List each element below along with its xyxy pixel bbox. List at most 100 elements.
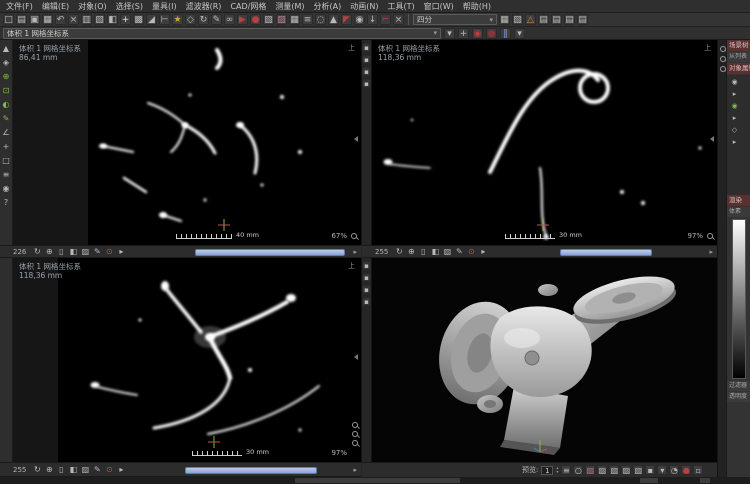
more-tools-icon[interactable]: ▸ — [116, 247, 126, 257]
pane-layout-icon[interactable]: ▦ — [499, 14, 510, 25]
viewport-3d[interactable] — [372, 258, 717, 462]
box-tool-icon[interactable]: □ — [1, 156, 11, 166]
clock-icon[interactable]: ◔ — [669, 465, 679, 475]
divider-handle-4-icon[interactable]: ▪ — [362, 297, 371, 306]
magnifier-icon[interactable] — [351, 233, 357, 239]
link-tool-icon[interactable]: ∞ — [224, 14, 235, 25]
stop-red-icon[interactable]: ● — [681, 465, 691, 475]
viewport-top-right[interactable]: 30 mm 上 体积 1 网格坐标系 118,36 mm 97% — [372, 40, 717, 245]
report-1-icon[interactable]: ▤ — [538, 14, 549, 25]
add-object-icon[interactable]: + — [120, 14, 131, 25]
report-3-icon[interactable]: ▤ — [564, 14, 575, 25]
pause-blue-icon[interactable]: ‖ — [500, 28, 511, 39]
menu-item-7[interactable]: 测量(M) — [275, 1, 304, 12]
segmentation-icon[interactable]: ▨ — [276, 14, 287, 25]
frame-icon[interactable]: ▯ — [56, 465, 66, 475]
taskbar-item[interactable] — [700, 478, 710, 483]
tree-node-icon[interactable]: ▸ — [730, 90, 739, 99]
seg-pink-icon[interactable]: ▨ — [585, 465, 595, 475]
divider-handle-2-icon[interactable]: ▪ — [362, 55, 371, 64]
zoom-fit-green-icon[interactable]: ⊡ — [1, 86, 11, 96]
opacity-gradient-ramp[interactable] — [732, 219, 746, 379]
note-icon[interactable]: ▧ — [512, 14, 523, 25]
rotate-tool-icon[interactable]: ↻ — [198, 14, 209, 25]
layout-combo[interactable]: 四分 ▾ — [413, 14, 497, 25]
seg-4-icon[interactable]: ▨ — [621, 465, 631, 475]
slice-canvas-top-left[interactable]: 40 mm 上 — [88, 40, 361, 245]
menu-item-10[interactable]: 工具(T) — [387, 1, 414, 12]
zoom-in-icon[interactable] — [352, 422, 358, 428]
slice-canvas-top-right[interactable]: 30 mm 上 — [372, 40, 717, 245]
refresh-icon[interactable]: ↻ — [32, 465, 42, 475]
sphere-tool-icon[interactable]: ◉ — [1, 184, 11, 194]
frame-icon[interactable]: ▯ — [418, 247, 428, 257]
preview-stepper[interactable]: ▴▾ — [556, 466, 558, 474]
flag-tool-icon[interactable]: ▶ — [237, 14, 248, 25]
layers-icon[interactable]: ≡ — [1, 170, 11, 180]
opacity-button[interactable]: 透明度 — [727, 392, 750, 402]
record-sphere-icon[interactable]: ● — [250, 14, 261, 25]
handle-tool-icon[interactable]: ⊢ — [159, 14, 170, 25]
preview-value-field[interactable]: 1 — [541, 466, 553, 475]
divider-handle-2-icon[interactable]: ▪ — [362, 273, 371, 282]
red-corner-icon[interactable]: ⌐ — [380, 14, 391, 25]
pen-tool-icon[interactable]: ✎ — [211, 14, 222, 25]
red-marker-icon[interactable]: ◤ — [341, 14, 352, 25]
preset-filter-button[interactable]: 过滤器 — [727, 381, 750, 391]
shade-icon[interactable]: ▨ — [80, 247, 90, 257]
zoom-fit-icon[interactable] — [352, 440, 358, 446]
select-arrow-icon[interactable]: ▲ — [328, 14, 339, 25]
zoom-in-green-icon[interactable]: ⊕ — [1, 72, 11, 82]
menu-item-2[interactable]: 对象(O) — [78, 1, 107, 12]
undo-icon[interactable]: ↶ — [55, 14, 66, 25]
draw-green-icon[interactable]: ✎ — [1, 114, 11, 124]
cut-icon[interactable]: × — [68, 14, 79, 25]
scroll-right-arrow[interactable]: ▸ — [353, 248, 357, 256]
render-header[interactable]: 渲染 — [727, 195, 750, 206]
menu-item-5[interactable]: 滤波器(R) — [186, 1, 222, 12]
slice-scrollbar[interactable] — [185, 467, 317, 474]
angle-tool-icon[interactable]: ∠ — [1, 128, 11, 138]
tree-mesh-icon[interactable]: ◇ — [730, 126, 739, 135]
copy-icon[interactable]: ▥ — [81, 14, 92, 25]
lasso-tool-icon[interactable]: ◌ — [315, 14, 326, 25]
menu-item-0[interactable]: 文件(F) — [6, 1, 33, 12]
open-project-icon[interactable]: ▤ — [16, 14, 27, 25]
warning-triangle-icon[interactable]: △ — [525, 14, 536, 25]
taskbar-item[interactable] — [640, 478, 658, 483]
menu-item-4[interactable]: 量具(I) — [152, 1, 177, 12]
red-dot-icon[interactable]: ⊙ — [104, 465, 114, 475]
combo-extra-icon[interactable]: ▾ — [444, 28, 455, 39]
magnifier-icon[interactable] — [707, 233, 713, 239]
seg-5-icon[interactable]: ▨ — [633, 465, 643, 475]
divider-handle-3-icon[interactable]: ▪ — [362, 67, 371, 76]
crosshair-icon[interactable]: + — [1, 142, 11, 152]
dim-x-icon[interactable]: × — [393, 14, 404, 25]
annotation-icon[interactable]: ◇ — [185, 14, 196, 25]
viewport-divider-bottom[interactable]: ▪▪▪▪ — [361, 258, 372, 462]
zoom-out-icon[interactable] — [352, 431, 358, 437]
divider-handle-3-icon[interactable]: ▪ — [362, 285, 371, 294]
scroll-right-arrow[interactable]: ▸ — [709, 248, 713, 256]
menu-item-11[interactable]: 窗口(W) — [424, 1, 454, 12]
clipping-box-icon[interactable]: ▩ — [133, 14, 144, 25]
ghost-box-icon[interactable]: ▫ — [693, 465, 703, 475]
list-tool-icon[interactable]: ≡ — [302, 14, 313, 25]
tree-item2-icon[interactable]: ▸ — [730, 138, 739, 147]
divider-handle-4-icon[interactable]: ▪ — [362, 79, 371, 88]
save-icon[interactable]: ▣ — [29, 14, 40, 25]
measure-wedge-icon[interactable]: ◢ — [146, 14, 157, 25]
board-icon[interactable]: ▧ — [263, 14, 274, 25]
seg-2-icon[interactable]: ▨ — [597, 465, 607, 475]
pin-icon[interactable]: + — [458, 28, 469, 39]
red-dot-icon[interactable]: ⊙ — [466, 247, 476, 257]
target-icon[interactable]: ⊕ — [44, 247, 54, 257]
seg-3-icon[interactable]: ▨ — [609, 465, 619, 475]
shade-icon[interactable]: ▨ — [442, 247, 452, 257]
register-object-icon[interactable]: ◧ — [107, 14, 118, 25]
record-red-dim-icon[interactable]: ● — [486, 28, 497, 39]
report-4-icon[interactable]: ▤ — [577, 14, 588, 25]
axis-down-icon[interactable]: ↓ — [367, 14, 378, 25]
tree-volume-icon[interactable]: ◉ — [730, 102, 739, 111]
shade-icon[interactable]: ▨ — [80, 465, 90, 475]
